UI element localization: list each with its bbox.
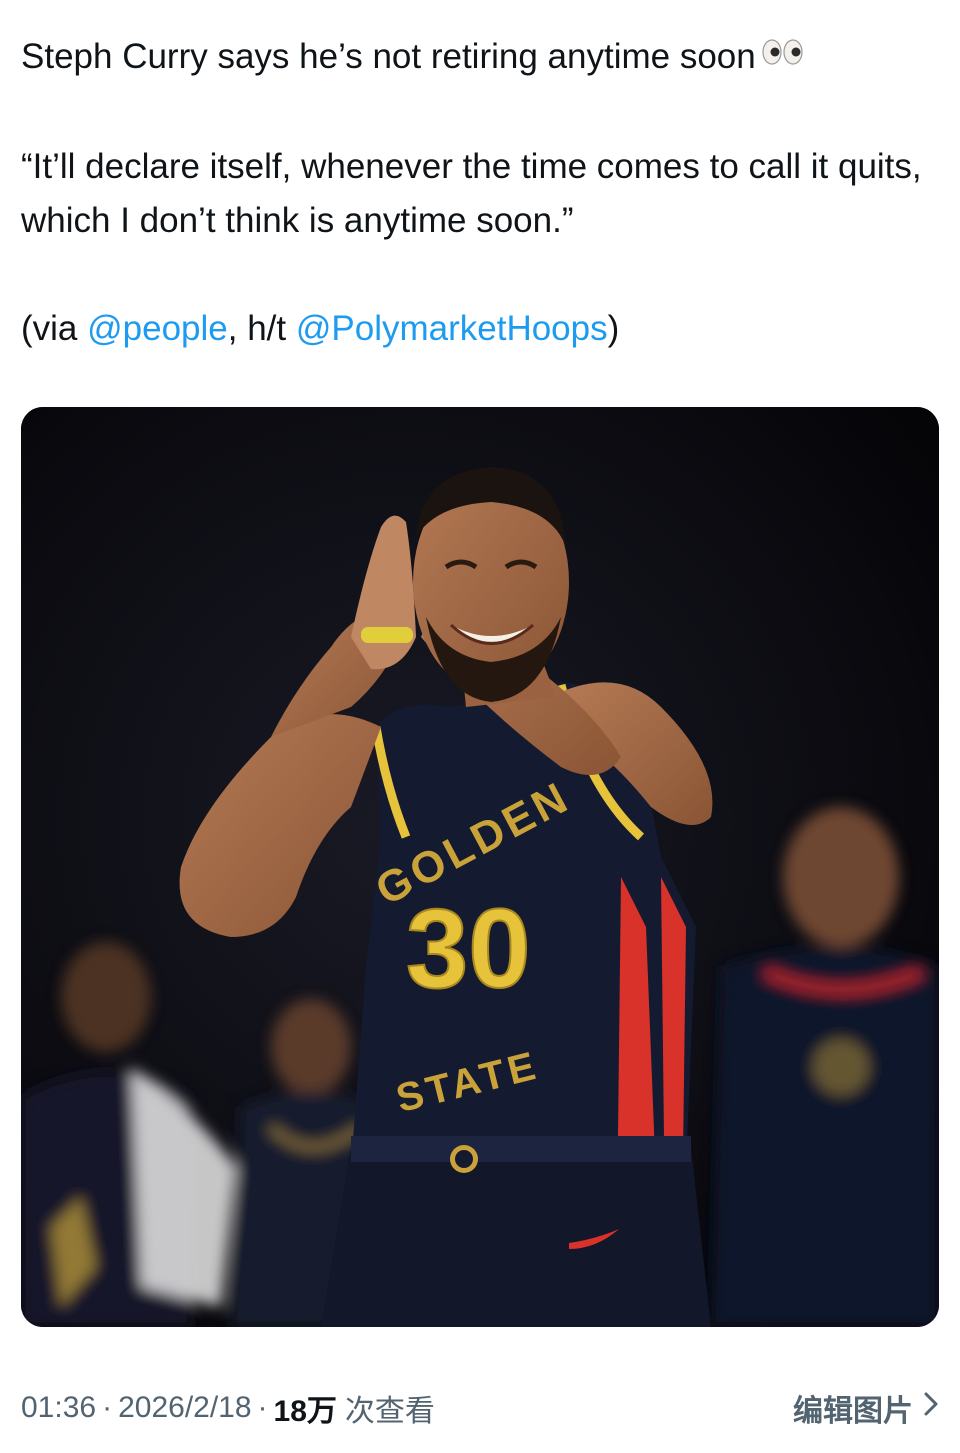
wristband (361, 627, 413, 643)
tweet-quote: “It’ll declare itself, whenever the time… (21, 146, 922, 240)
mention-people-link[interactable]: @people (87, 309, 228, 348)
tweet-headline: Steph Curry says he’s not retiring anyti… (21, 30, 939, 86)
chevron-right-icon (923, 1391, 939, 1425)
edit-image-button[interactable]: 编辑图片 (793, 1386, 939, 1430)
views-label: 次查看 (344, 1395, 435, 1428)
tweet-date: 2026/2/18 (118, 1391, 252, 1424)
tweet-photo[interactable]: GOLDEN 30 STATE (21, 407, 939, 1327)
mention-polymarkethoops-link[interactable]: @PolymarketHoops (296, 309, 608, 348)
edit-image-label: 编辑图片 (793, 1395, 913, 1428)
headline-text: Steph Curry says he’s not retiring anyti… (21, 37, 756, 76)
tweet-time: 01:36 (21, 1391, 97, 1424)
separator-dot: · (257, 1391, 268, 1424)
tweet-meta: 01:36 · 2026/2/18 · 18万 次查看 编辑图片 (21, 1386, 939, 1430)
via-prefix: (via (21, 308, 88, 348)
via-suffix: ) (607, 308, 620, 348)
basketball-player-photo: GOLDEN 30 STATE (21, 407, 939, 1327)
separator-dot: · (102, 1391, 113, 1424)
via-middle: , h/t (227, 308, 296, 348)
views-count: 18万 (273, 1395, 337, 1428)
eyes-icon (762, 29, 804, 83)
tweet-credits: (via @people, h/t @PolymarketHoops) (21, 302, 939, 356)
tweet-text: Steph Curry says he’s not retiring anyti… (21, 30, 939, 356)
jersey-number: 30 (406, 886, 531, 1011)
